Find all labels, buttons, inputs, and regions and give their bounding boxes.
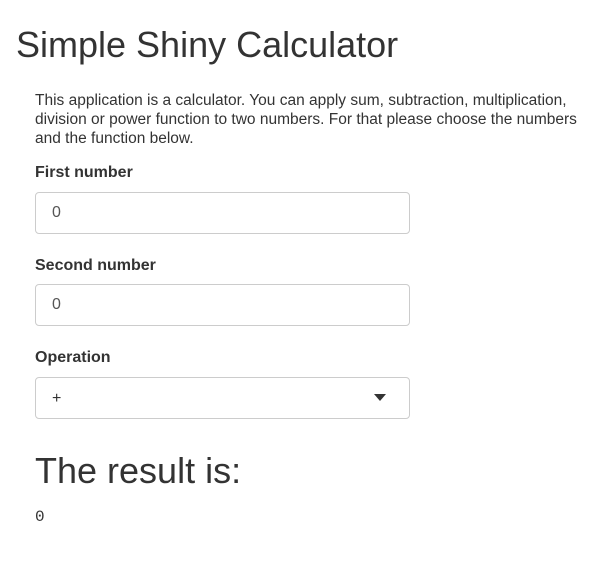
result-heading: The result is:: [35, 450, 242, 491]
first-number-label: First number: [35, 164, 133, 181]
first-number-input[interactable]: [35, 192, 410, 234]
operation-select[interactable]: +: [35, 377, 410, 419]
operation-selected-value: +: [52, 390, 62, 407]
operation-label: Operation: [35, 349, 111, 366]
second-number-input[interactable]: [35, 284, 410, 326]
description-panel: This application is a calculator. You ca…: [35, 91, 605, 148]
result-value: 0: [35, 508, 45, 526]
page-title: Simple Shiny Calculator: [16, 24, 399, 65]
caret-down-icon[interactable]: [374, 394, 386, 401]
app-description: This application is a calculator. You ca…: [35, 92, 577, 147]
second-number-label: Second number: [35, 257, 156, 274]
